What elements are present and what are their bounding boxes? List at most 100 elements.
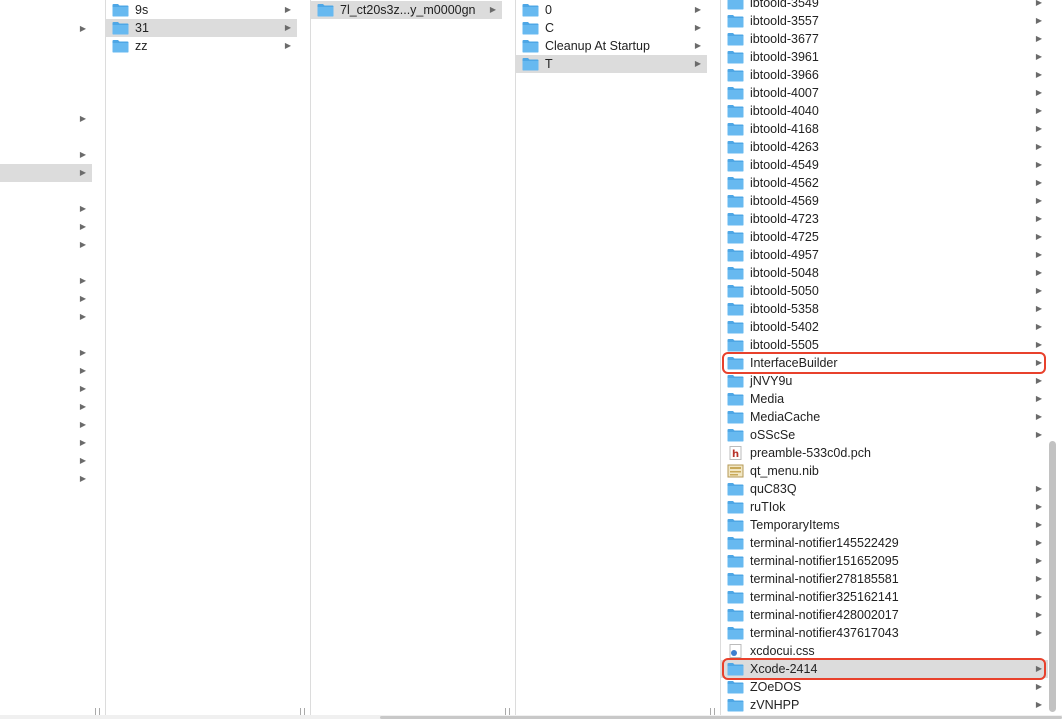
item-label: terminal-notifier325162141 xyxy=(750,590,899,604)
list-item-blank[interactable]: ▶ xyxy=(0,398,92,416)
item-label: 9s xyxy=(135,3,149,17)
list-item[interactable]: ibtoold-4007 ▶ xyxy=(721,84,1048,102)
list-item[interactable]: Media ▶ xyxy=(721,390,1048,408)
list-item[interactable]: ibtoold-5358 ▶ xyxy=(721,300,1048,318)
disclosure-arrow-icon: ▶ xyxy=(79,348,86,357)
list-item-blank[interactable]: ▶ xyxy=(0,146,92,164)
list-item[interactable]: ibtoold-5402 ▶ xyxy=(721,318,1048,336)
column-divider[interactable] xyxy=(707,0,721,719)
list-item-blank[interactable]: ▶ xyxy=(0,272,92,290)
svg-text:h: h xyxy=(732,449,739,460)
list-item[interactable]: T ▶ xyxy=(516,55,707,73)
item-label: Cleanup At Startup xyxy=(545,39,650,53)
list-item-blank[interactable]: ▶ xyxy=(0,20,92,38)
list-item-blank[interactable]: ▶ xyxy=(0,434,92,452)
list-item[interactable]: 0 ▶ xyxy=(516,1,707,19)
column-divider[interactable] xyxy=(297,0,311,719)
list-item[interactable]: zz ▶ xyxy=(106,37,297,55)
folder-icon xyxy=(727,374,744,388)
list-item[interactable]: terminal-notifier145522429 ▶ xyxy=(721,534,1048,552)
disclosure-arrow-icon: ▶ xyxy=(79,276,86,285)
item-label: ibtoold-4040 xyxy=(750,104,819,118)
list-item-blank[interactable]: ▶ xyxy=(0,452,92,470)
disclosure-arrow-icon: ▶ xyxy=(1035,502,1042,511)
list-item[interactable]: terminal-notifier151652095 ▶ xyxy=(721,552,1048,570)
list-item[interactable]: jNVY9u ▶ xyxy=(721,372,1048,390)
list-item-blank[interactable]: ▶ xyxy=(0,236,92,254)
list-item[interactable]: ibtoold-4725 ▶ xyxy=(721,228,1048,246)
disclosure-arrow-icon: ▶ xyxy=(79,168,86,177)
disclosure-arrow-icon: ▶ xyxy=(1035,394,1042,403)
list-item[interactable]: ibtoold-4569 ▶ xyxy=(721,192,1048,210)
list-item[interactable]: oSScSe ▶ xyxy=(721,426,1048,444)
list-item[interactable]: ruTIok ▶ xyxy=(721,498,1048,516)
list-item-blank[interactable]: ▶ xyxy=(0,416,92,434)
list-item[interactable]: ZOeDOS ▶ xyxy=(721,678,1048,696)
list-item[interactable]: ibtoold-3677 ▶ xyxy=(721,30,1048,48)
item-label: terminal-notifier145522429 xyxy=(750,536,899,550)
disclosure-arrow-icon: ▶ xyxy=(1035,268,1042,277)
disclosure-arrow-icon: ▶ xyxy=(1035,574,1042,583)
list-item-blank[interactable]: ▶ xyxy=(0,164,92,182)
list-item-blank[interactable]: ▶ xyxy=(0,362,92,380)
list-item[interactable]: 9s ▶ xyxy=(106,1,297,19)
folder-icon xyxy=(727,572,744,586)
list-item[interactable]: ibtoold-4957 ▶ xyxy=(721,246,1048,264)
list-item[interactable]: h preamble-533c0d.pch xyxy=(721,444,1048,462)
list-item[interactable]: terminal-notifier428002017 ▶ xyxy=(721,606,1048,624)
item-label: ibtoold-4957 xyxy=(750,248,819,262)
list-item-blank[interactable] xyxy=(0,182,92,200)
disclosure-arrow-icon: ▶ xyxy=(1035,520,1042,529)
list-item[interactable]: ibtoold-3966 ▶ xyxy=(721,66,1048,84)
list-item[interactable]: quC83Q ▶ xyxy=(721,480,1048,498)
list-item[interactable]: terminal-notifier325162141 ▶ xyxy=(721,588,1048,606)
list-item[interactable]: MediaCache ▶ xyxy=(721,408,1048,426)
list-item[interactable]: ibtoold-4263 ▶ xyxy=(721,138,1048,156)
list-item-blank[interactable] xyxy=(0,74,92,92)
horizontal-scrollbar[interactable] xyxy=(0,715,1062,719)
list-item-blank[interactable]: ▶ xyxy=(0,110,92,128)
list-item-blank[interactable]: ▶ xyxy=(0,380,92,398)
folder-icon xyxy=(727,104,744,118)
list-item-blank[interactable]: ▶ xyxy=(0,344,92,362)
list-item[interactable]: ibtoold-4549 ▶ xyxy=(721,156,1048,174)
list-item-blank[interactable]: ▶ xyxy=(0,200,92,218)
folder-icon xyxy=(727,122,744,136)
list-item[interactable]: ibtoold-3961 ▶ xyxy=(721,48,1048,66)
list-item-blank[interactable]: ▶ xyxy=(0,218,92,236)
list-item[interactable]: zVNHPP ▶ xyxy=(721,696,1048,714)
list-item-blank[interactable] xyxy=(0,92,92,110)
disclosure-arrow-icon: ▶ xyxy=(79,366,86,375)
list-item[interactable]: ibtoold-4168 ▶ xyxy=(721,120,1048,138)
vertical-scrollbar[interactable] xyxy=(1049,441,1056,712)
list-item[interactable]: qt_menu.nib xyxy=(721,462,1048,480)
folder-icon xyxy=(727,194,744,208)
list-item-blank[interactable]: ▶ xyxy=(0,290,92,308)
list-item[interactable]: 31 ▶ xyxy=(106,19,297,37)
list-item[interactable]: TemporaryItems ▶ xyxy=(721,516,1048,534)
list-item[interactable]: ibtoold-5050 ▶ xyxy=(721,282,1048,300)
disclosure-arrow-icon: ▶ xyxy=(79,312,86,321)
list-item-blank[interactable] xyxy=(0,326,92,344)
list-item[interactable]: ibtoold-4040 ▶ xyxy=(721,102,1048,120)
list-item[interactable]: ibtoold-4723 ▶ xyxy=(721,210,1048,228)
list-item[interactable]: ibtoold-4562 ▶ xyxy=(721,174,1048,192)
list-item[interactable]: ibtoold-5048 ▶ xyxy=(721,264,1048,282)
folder-icon xyxy=(112,39,129,53)
column-divider[interactable] xyxy=(92,0,106,719)
item-label: zVNHPP xyxy=(750,698,800,712)
list-item-blank[interactable]: ▶ xyxy=(0,308,92,326)
item-label: ibtoold-4723 xyxy=(750,212,819,226)
disclosure-arrow-icon: ▶ xyxy=(1035,124,1042,133)
list-item[interactable]: ibtoold-3549 ▶ xyxy=(721,0,1048,12)
list-item[interactable]: 7l_ct20s3z...y_m0000gn ▶ xyxy=(311,1,502,19)
list-item-blank[interactable]: ▶ xyxy=(0,470,92,488)
folder-icon xyxy=(727,50,744,64)
list-item[interactable]: terminal-notifier437617043 ▶ xyxy=(721,624,1048,642)
list-item[interactable]: ibtoold-3557 ▶ xyxy=(721,12,1048,30)
list-item[interactable]: Cleanup At Startup ▶ xyxy=(516,37,707,55)
list-item[interactable]: C ▶ xyxy=(516,19,707,37)
column-divider[interactable] xyxy=(502,0,516,719)
list-item[interactable]: terminal-notifier278185581 ▶ xyxy=(721,570,1048,588)
column-2: 7l_ct20s3z...y_m0000gn ▶ xyxy=(311,0,502,719)
